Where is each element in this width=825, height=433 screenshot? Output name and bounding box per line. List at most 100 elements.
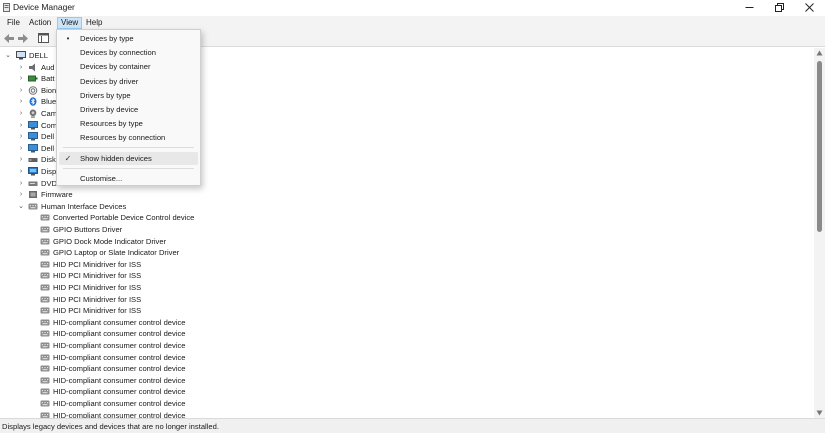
expand-chevron-icon[interactable]: › — [17, 131, 25, 142]
tree-device-label: HID PCI Minidriver for ISS — [53, 283, 142, 292]
tree-device-label: HID PCI Minidriver for ISS — [53, 294, 142, 304]
menu-item-label: Drivers by type — [80, 90, 131, 100]
menu-bar: File Action View Help — [0, 16, 825, 30]
tree-device-label: HID-compliant consumer control device — [53, 317, 186, 327]
expand-chevron-icon[interactable]: › — [17, 108, 25, 119]
hid-device-icon — [40, 249, 50, 256]
minimize-button[interactable] — [732, 0, 766, 15]
scroll-down-arrow-icon[interactable] — [816, 410, 823, 416]
device-manager-icon — [3, 3, 10, 12]
forward-arrow-icon — [18, 33, 28, 43]
tree-device-label: HID-compliant consumer control device — [53, 387, 186, 397]
tree-category-label: Bion — [41, 85, 57, 95]
vertical-scrollbar[interactable] — [814, 48, 825, 418]
collapse-chevron-icon[interactable]: ⌄ — [4, 50, 12, 61]
close-button[interactable] — [792, 0, 825, 15]
menu-item-devices-by-type[interactable]: • Devices by type — [59, 32, 198, 45]
expand-chevron-icon[interactable]: › — [17, 166, 25, 177]
tree-device-label: HID-compliant consumer control device — [53, 410, 186, 418]
back-button[interactable] — [3, 32, 15, 44]
menu-item-label: Show hidden devices — [80, 153, 152, 163]
hid-device-icon — [28, 203, 38, 210]
hid-device-icon — [40, 261, 50, 268]
collapse-chevron-icon[interactable]: ⌄ — [17, 201, 25, 212]
monitor-icon — [28, 143, 38, 153]
hid-device-icon — [40, 307, 50, 314]
menu-item-drivers-by-type[interactable]: Drivers by type — [59, 89, 198, 102]
bluetooth-icon — [29, 97, 37, 107]
status-bar: Displays legacy devices and devices that… — [0, 418, 825, 433]
scroll-thumb[interactable] — [817, 61, 822, 232]
menu-item-label: Drivers by device — [80, 105, 139, 114]
properties-icon — [37, 33, 49, 43]
tree-device-label: GPIO Laptop or Slate Indicator Driver — [53, 248, 180, 258]
expand-chevron-icon[interactable]: › — [17, 189, 25, 200]
menu-file[interactable]: File — [4, 17, 23, 29]
tree-device-label: HID-compliant consumer control device — [53, 329, 186, 339]
forward-button[interactable] — [17, 32, 29, 44]
menu-item-customise[interactable]: Customise... — [59, 172, 198, 185]
menu-item-devices-by-container[interactable]: Devices by container — [59, 60, 198, 73]
expand-chevron-icon[interactable]: › — [17, 143, 25, 154]
hid-device-icon — [40, 412, 50, 418]
scroll-up-arrow-icon[interactable] — [816, 50, 823, 56]
battery-icon — [28, 75, 38, 82]
expand-chevron-icon[interactable]: › — [17, 73, 25, 84]
disk-drive-icon — [28, 158, 38, 163]
menu-item-label: Devices by driver — [80, 76, 139, 86]
menu-help[interactable]: Help — [83, 17, 105, 29]
menu-action[interactable]: Action — [26, 17, 54, 29]
hid-device-icon — [40, 365, 50, 372]
menu-item-devices-by-connection[interactable]: Devices by connection — [59, 46, 198, 59]
tree-device-label: GPIO Buttons Driver — [53, 225, 123, 234]
tree-node-label: DELL — [29, 51, 48, 60]
tree-device-label: HID-compliant consumer control device — [53, 341, 186, 350]
expand-chevron-icon[interactable]: › — [17, 154, 25, 165]
tree-category-label: Aud — [41, 62, 55, 72]
menu-item-resources-by-connection[interactable]: Resources by connection — [59, 131, 198, 144]
tree-device-label: Converted Portable Device Control device — [53, 213, 195, 223]
hid-device-icon — [40, 330, 50, 337]
checkmark-icon: ✓ — [64, 153, 72, 163]
menu-item-label: Resources by connection — [80, 133, 166, 143]
dvd-drive-icon — [28, 181, 38, 186]
tree-category-label: Dell — [41, 132, 55, 142]
hid-device-icon — [40, 214, 50, 221]
menu-item-show-hidden-devices[interactable]: ✓ Show hidden devices — [59, 151, 198, 165]
expand-chevron-icon[interactable]: › — [17, 96, 25, 107]
hid-device-icon — [40, 296, 50, 303]
tree-device-label: HID PCI Minidriver for ISS — [53, 306, 142, 316]
menu-item-label: Customise... — [80, 173, 123, 183]
tree-category-label: Cam — [41, 109, 58, 118]
expand-chevron-icon[interactable]: › — [17, 85, 25, 96]
menu-item-label: Devices by container — [80, 62, 151, 72]
menu-item-drivers-by-device[interactable]: Drivers by device — [59, 103, 198, 116]
expand-chevron-icon[interactable]: › — [17, 62, 25, 73]
monitor-icon — [28, 120, 38, 130]
menu-item-devices-by-driver[interactable]: Devices by driver — [59, 75, 198, 88]
tree-device-label: HID-compliant consumer control device — [53, 364, 186, 374]
fingerprint-icon — [28, 85, 38, 95]
menu-item-label: Devices by connection — [80, 48, 156, 58]
maximize-button[interactable] — [762, 0, 796, 15]
properties-button[interactable] — [37, 32, 49, 44]
tree-category-label: Com — [41, 120, 58, 130]
tree-device-label: HID-compliant consumer control device — [53, 375, 186, 385]
menu-item-resources-by-type[interactable]: Resources by type — [59, 117, 198, 130]
computer-icon — [16, 51, 26, 60]
window-title: Device Manager — [13, 2, 75, 12]
title-bar: Device Manager — [0, 0, 825, 16]
tree-category-label: Dell — [41, 143, 55, 153]
expand-chevron-icon[interactable]: › — [17, 178, 25, 189]
expand-chevron-icon[interactable]: › — [17, 120, 25, 131]
tree-category-label: Blue — [41, 97, 57, 107]
hid-device-icon — [40, 342, 50, 349]
hid-device-icon — [40, 354, 50, 361]
close-icon — [804, 3, 814, 12]
view-menu-dropdown: • Devices by type Devices by connection … — [56, 29, 201, 186]
restore-icon — [774, 3, 784, 12]
hid-device-icon — [40, 319, 50, 326]
menu-view[interactable]: View — [57, 17, 83, 29]
minimize-icon — [745, 7, 753, 8]
tree-device-label: HID-compliant consumer control device — [53, 352, 186, 362]
